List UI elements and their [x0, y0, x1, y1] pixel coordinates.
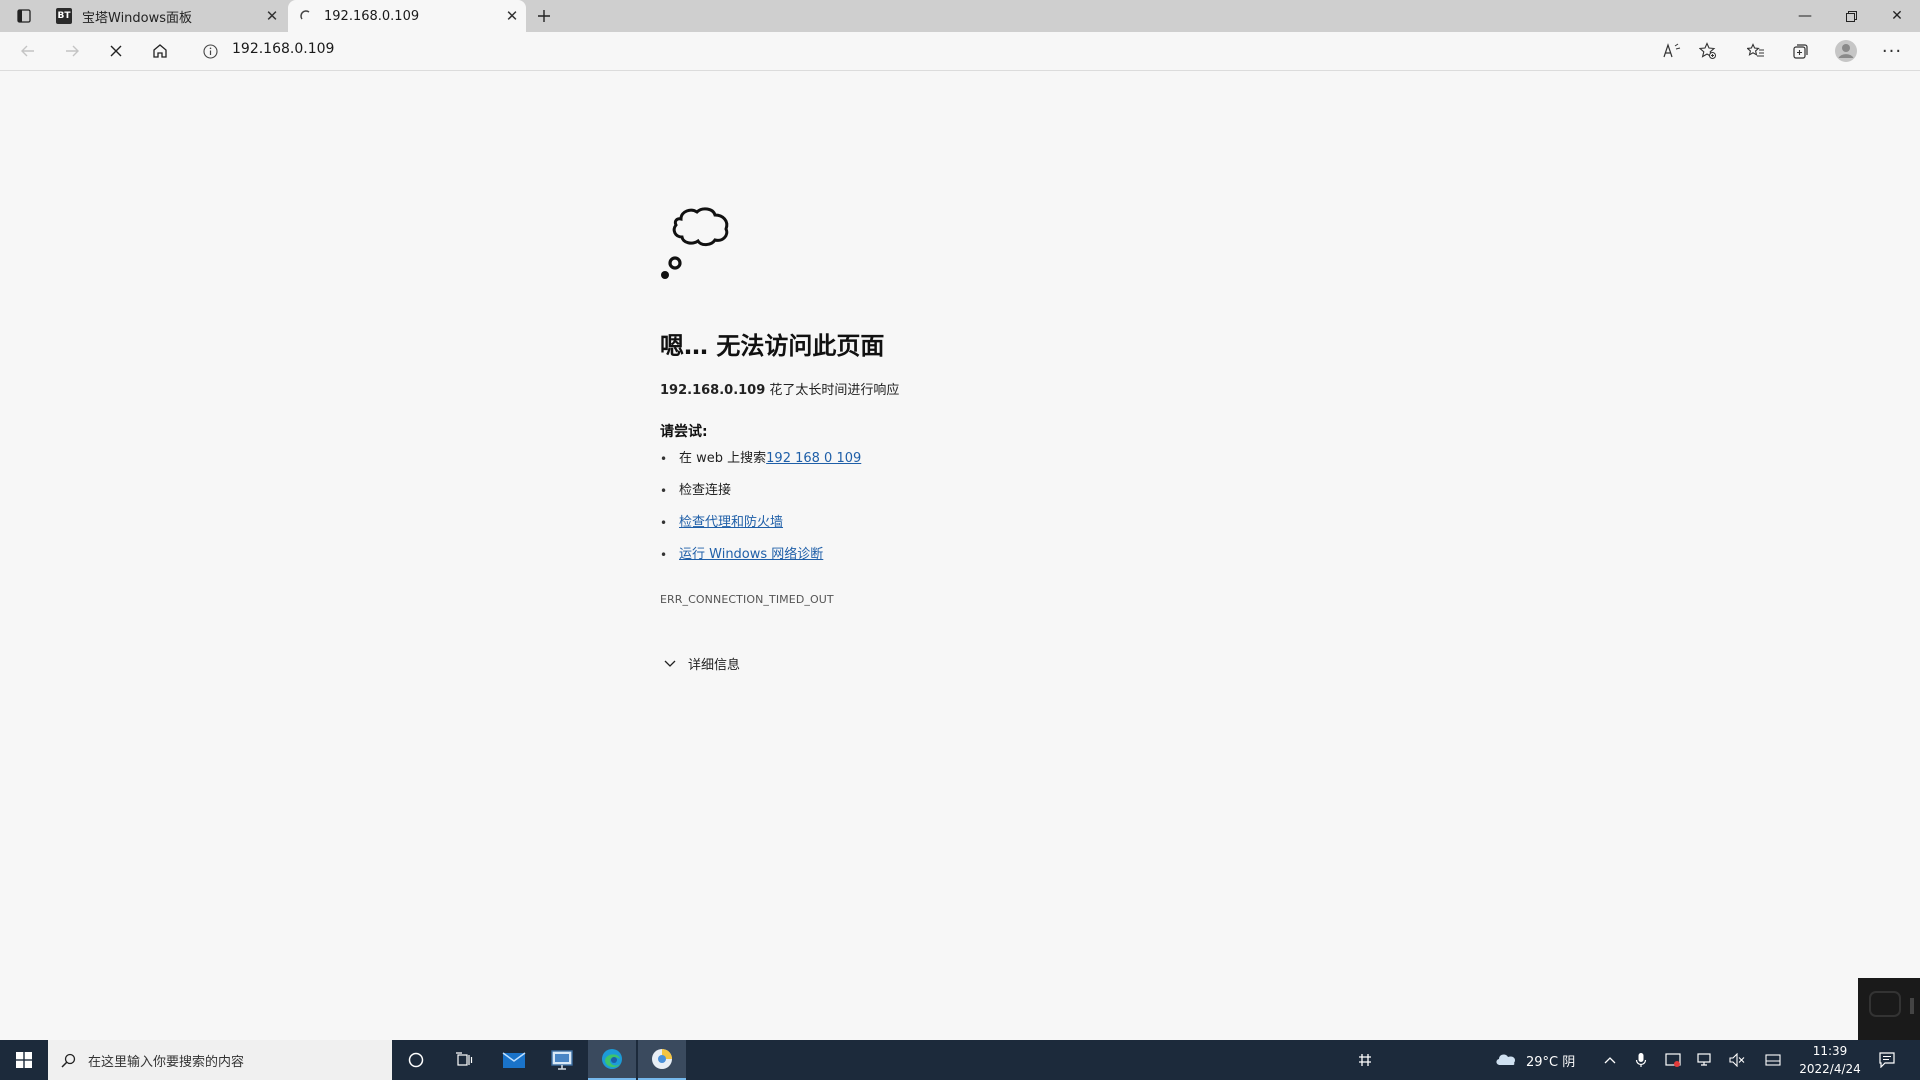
tab-bt-panel[interactable]: BT 宝塔Windows面板 ✕ — [46, 0, 286, 32]
display-icon[interactable] — [1762, 1040, 1784, 1080]
show-hidden-icons-icon[interactable] — [1600, 1040, 1620, 1080]
profile-avatar[interactable] — [1832, 37, 1860, 65]
error-heading: 嗯… 无法访问此页面 — [660, 332, 885, 360]
cloud-icon — [1494, 1050, 1518, 1070]
more-menu-icon[interactable]: ··· — [1878, 37, 1906, 65]
stop-loading-button[interactable] — [102, 37, 130, 65]
taskbar-search-input[interactable]: 在这里输入你要搜索的内容 — [48, 1040, 392, 1080]
tab-title: 192.168.0.109 — [324, 8, 420, 24]
start-button[interactable] — [0, 1040, 48, 1080]
address-toolbar: 192.168.0.109 ··· — [0, 32, 1920, 71]
suggestion-list: • 在 web 上搜索 192 168 0 109 • 检查连接 • 检查代理和… — [660, 443, 861, 571]
chevron-down-icon — [660, 660, 680, 668]
list-item: • 在 web 上搜索 192 168 0 109 — [660, 443, 861, 475]
error-host: 192.168.0.109 — [660, 383, 766, 398]
notification-center-icon[interactable] — [1874, 1040, 1900, 1080]
tab-title: 宝塔Windows面板 — [82, 10, 193, 26]
clock-date: 2022/4/24 — [1799, 1062, 1861, 1076]
check-proxy-link[interactable]: 检查代理和防火墙 — [679, 507, 783, 539]
bullet: • — [660, 452, 668, 466]
details-label: 详细信息 — [688, 658, 741, 673]
network-icon[interactable] — [1694, 1040, 1716, 1080]
back-button[interactable] — [14, 37, 42, 65]
search-icon — [48, 1053, 88, 1068]
edge-app-icon[interactable] — [588, 1040, 636, 1080]
details-toggle-button[interactable]: 详细信息 — [660, 654, 740, 673]
taskbar-clock[interactable]: 11:39 2022/4/24 — [1790, 1042, 1870, 1078]
search-placeholder: 在这里输入你要搜索的内容 — [88, 1054, 245, 1070]
address-bar-input[interactable]: 192.168.0.109 — [232, 41, 334, 57]
read-aloud-icon[interactable] — [1658, 37, 1686, 65]
search-web-link[interactable]: 192 168 0 109 — [766, 443, 861, 475]
try-label: 请尝试: — [660, 424, 708, 440]
security-icon[interactable] — [1662, 1040, 1684, 1080]
taskbar: 在这里输入你要搜索的内容 29°C 阴 11:39 2022/4/24 — [0, 1040, 1920, 1080]
tab-actions-icon[interactable] — [10, 0, 38, 32]
remote-desktop-app-icon[interactable] — [538, 1040, 586, 1080]
clock-time: 11:39 — [1812, 1044, 1848, 1058]
forward-button[interactable] — [58, 37, 86, 65]
error-code: ERR_CONNECTION_TIMED_OUT — [660, 593, 834, 606]
close-tab-icon[interactable]: ✕ — [498, 7, 526, 25]
error-page: 嗯… 无法访问此页面 192.168.0.109 花了太长时间进行响应 请尝试:… — [0, 71, 1920, 1039]
tab-current[interactable]: 192.168.0.109 ✕ — [288, 0, 526, 32]
close-window-button[interactable]: ✕ — [1874, 0, 1920, 32]
bullet: • — [660, 484, 668, 498]
run-diagnostics-link[interactable]: 运行 Windows 网络诊断 — [679, 539, 823, 571]
minimize-button[interactable]: — — [1782, 0, 1828, 32]
floating-widget[interactable] — [1858, 978, 1920, 1040]
restore-button[interactable] — [1828, 0, 1874, 32]
error-message-text: 花了太长时间进行响应 — [765, 383, 900, 398]
close-tab-icon[interactable]: ✕ — [258, 7, 286, 25]
list-item: • 检查代理和防火墙 — [660, 507, 861, 539]
weather-text: 29°C 阴 — [1526, 1054, 1576, 1070]
site-info-icon[interactable] — [196, 37, 224, 65]
volume-muted-icon[interactable] — [1726, 1040, 1748, 1080]
mail-app-icon[interactable] — [490, 1040, 538, 1080]
collections-icon[interactable] — [1786, 37, 1814, 65]
new-tab-button[interactable] — [530, 0, 558, 32]
loading-spinner-icon — [298, 8, 314, 24]
list-item: • 运行 Windows 网络诊断 — [660, 539, 861, 571]
list-item: • 检查连接 — [660, 475, 861, 507]
weather-widget[interactable]: 29°C 阴 — [1494, 1040, 1575, 1080]
task-view-icon[interactable] — [440, 1040, 488, 1080]
suggestion-text: 检查连接 — [679, 483, 732, 498]
ime-icon[interactable] — [1352, 1040, 1378, 1080]
bullet: • — [660, 516, 668, 530]
favorites-icon[interactable] — [1742, 37, 1770, 65]
tab-bar: BT 宝塔Windows面板 ✕ 192.168.0.109 ✕ — ✕ — [0, 0, 1920, 32]
thought-cloud-icon — [655, 205, 735, 289]
add-favorite-icon[interactable] — [1694, 37, 1722, 65]
microphone-icon[interactable] — [1632, 1040, 1650, 1080]
browser-app-icon[interactable] — [638, 1040, 686, 1080]
bt-favicon-icon: BT — [56, 8, 72, 24]
bullet: • — [660, 548, 668, 562]
cortana-icon[interactable] — [392, 1040, 440, 1080]
error-message: 192.168.0.109 花了太长时间进行响应 — [660, 379, 899, 398]
suggestion-text: 在 web 上搜索 — [679, 451, 767, 466]
home-button[interactable] — [146, 37, 174, 65]
